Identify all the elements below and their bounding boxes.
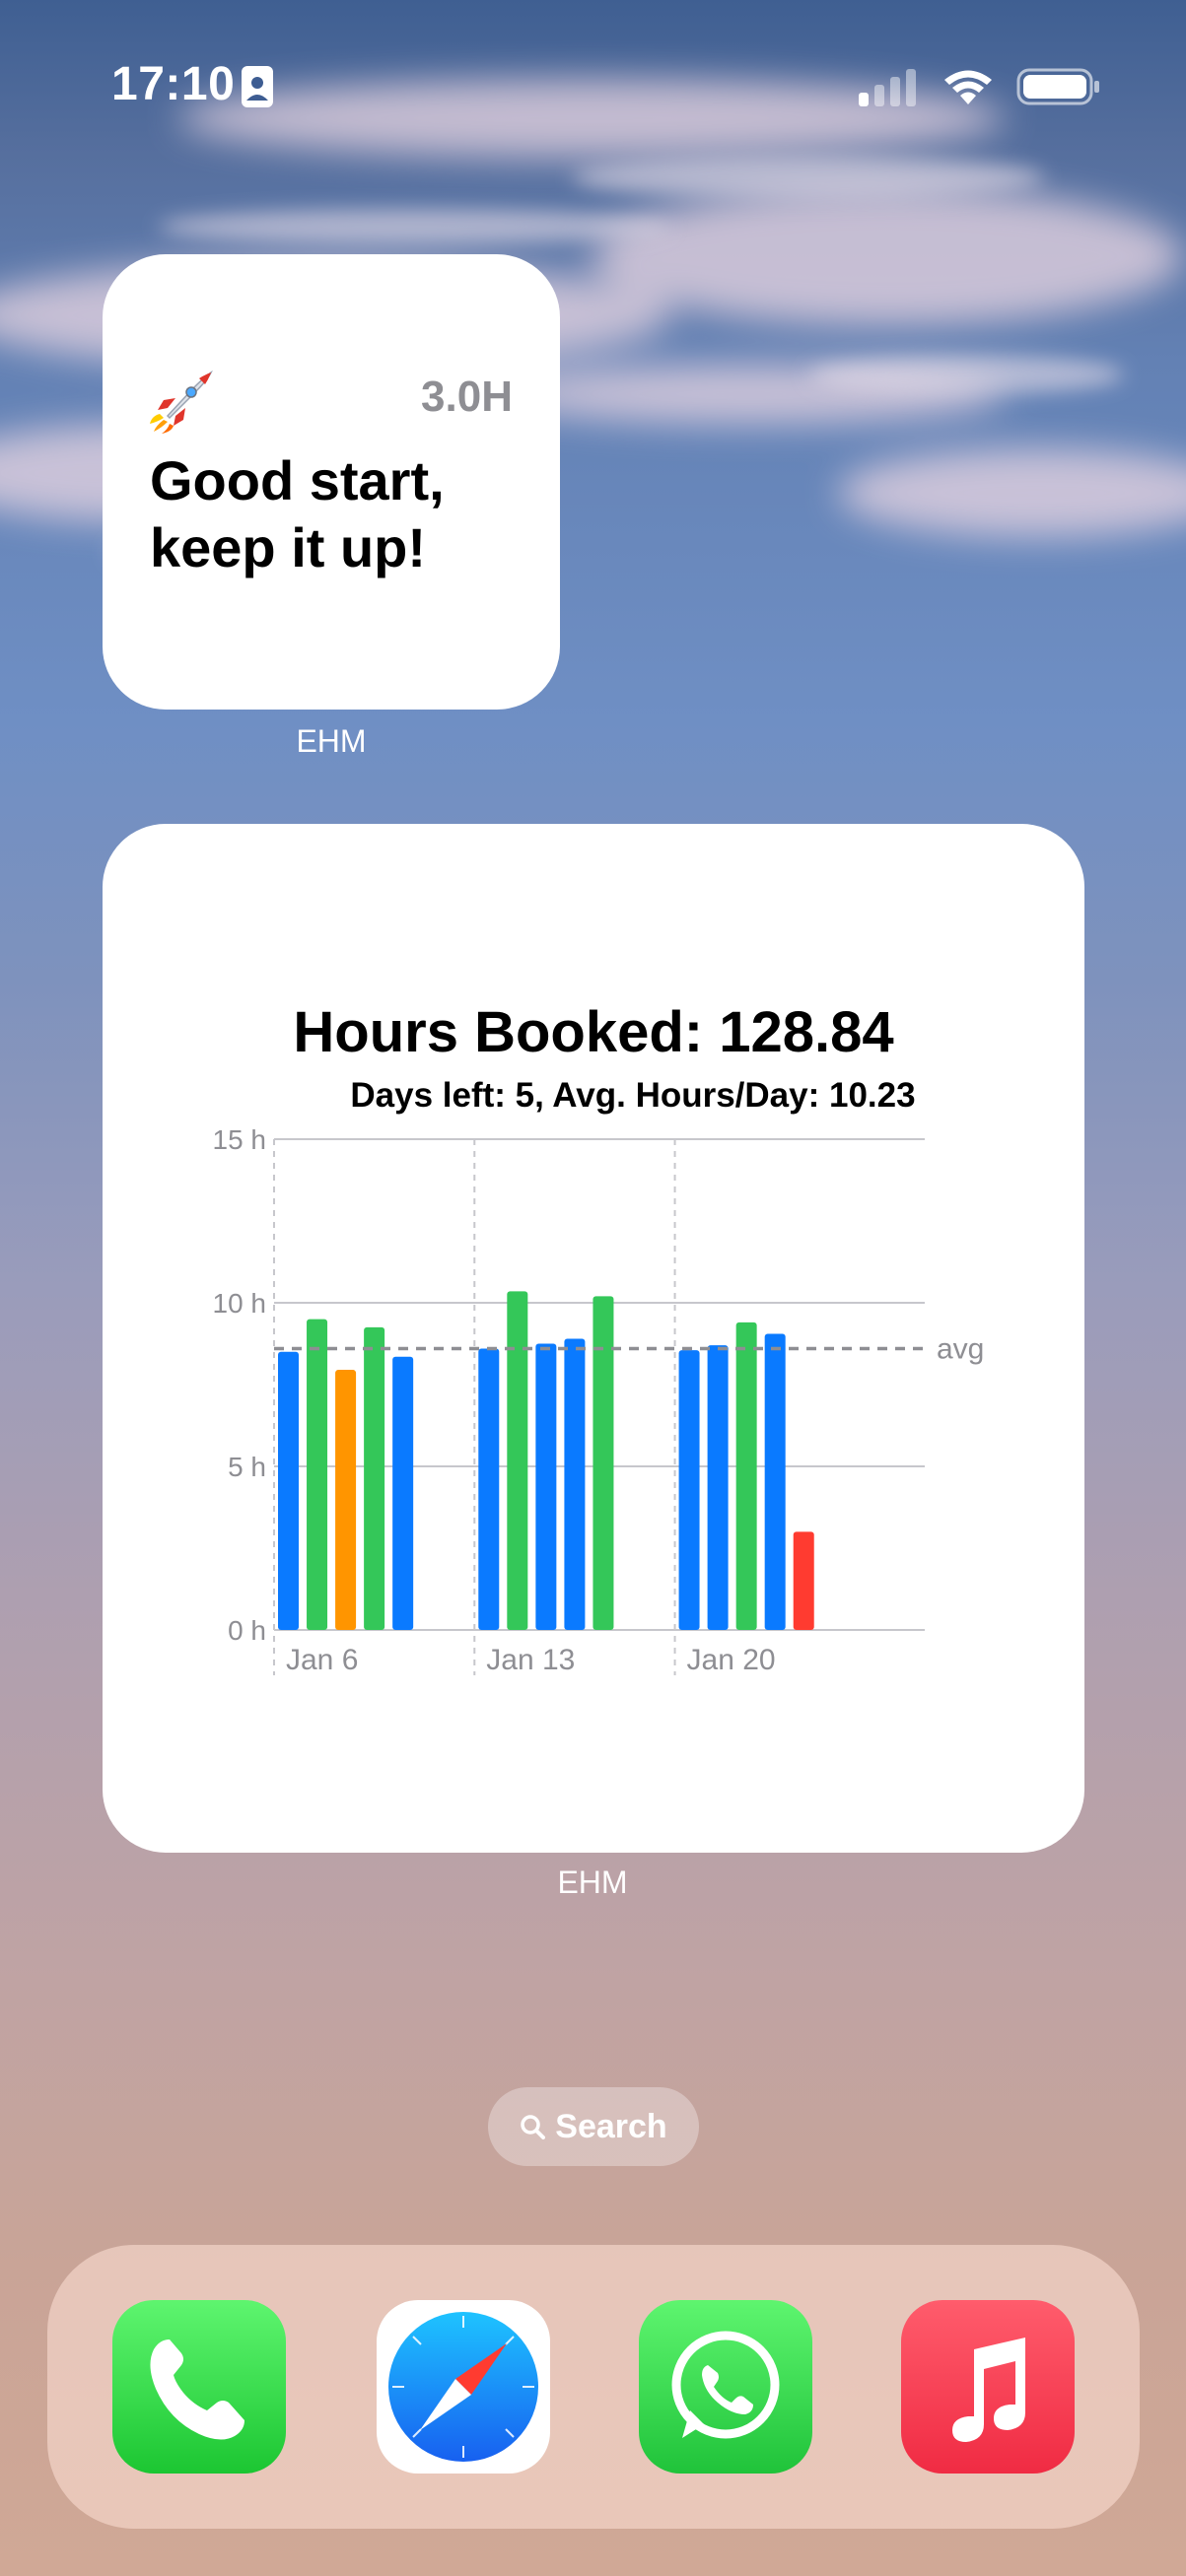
chart-bar bbox=[478, 1348, 500, 1630]
chart-bar bbox=[793, 1531, 814, 1630]
safari-compass-icon bbox=[388, 2312, 538, 2462]
phone-app[interactable] bbox=[112, 2300, 286, 2474]
whatsapp-app[interactable] bbox=[639, 2300, 812, 2474]
chart-bar bbox=[764, 1333, 786, 1630]
chart-bar bbox=[392, 1356, 414, 1630]
x-tick-label: Jan 20 bbox=[687, 1644, 776, 1676]
contact-card-icon bbox=[242, 66, 273, 107]
chart-bar bbox=[564, 1338, 586, 1630]
music-app[interactable] bbox=[901, 2300, 1075, 2474]
y-tick-label: 0 h bbox=[228, 1615, 266, 1646]
ehm-chart-widget[interactable]: Hours Booked: 128.84 Days left: 5, Avg. … bbox=[103, 824, 1084, 1853]
widget-app-label-2: EHM bbox=[557, 1864, 628, 1900]
status-time: 17:10 bbox=[111, 58, 236, 110]
y-tick-label: 5 h bbox=[228, 1452, 266, 1482]
ehm-hours-widget[interactable]: 3.0H Good start, keep it up! bbox=[103, 254, 560, 710]
status-icons bbox=[859, 63, 1101, 110]
chart-bar bbox=[307, 1319, 328, 1630]
chart-bar bbox=[278, 1351, 299, 1630]
rocket-icon bbox=[150, 371, 213, 434]
chart-bar bbox=[678, 1350, 700, 1630]
x-tick-label: Jan 13 bbox=[486, 1644, 575, 1676]
hours-bar-chart: 0 h 5 h 10 h 15 h Jan 6 Jan 13 Jan 20 avg bbox=[213, 1124, 985, 1676]
cellular-signal-icon bbox=[859, 69, 916, 106]
phone-icon bbox=[150, 2339, 244, 2440]
chart-bar bbox=[507, 1291, 528, 1630]
avg-label: avg bbox=[937, 1332, 984, 1365]
wifi-icon bbox=[944, 70, 992, 104]
chart-bar bbox=[364, 1326, 385, 1630]
chart-bar bbox=[535, 1343, 557, 1630]
motivation-message: Good start, keep it up! bbox=[150, 449, 445, 578]
search-icon bbox=[521, 2115, 546, 2139]
y-tick-label: 10 h bbox=[213, 1288, 267, 1319]
chart-bar bbox=[335, 1370, 357, 1630]
chart-bar bbox=[593, 1296, 614, 1630]
safari-app[interactable] bbox=[377, 2300, 550, 2474]
dock bbox=[47, 2245, 1140, 2529]
x-tick-label: Jan 6 bbox=[286, 1644, 358, 1676]
search-label: Search bbox=[555, 2107, 667, 2145]
widget-app-label: EHM bbox=[296, 723, 367, 759]
hours-today: 3.0H bbox=[421, 373, 513, 421]
chart-bar bbox=[735, 1322, 757, 1630]
y-tick-label: 15 h bbox=[213, 1124, 267, 1155]
music-note-icon bbox=[952, 2338, 1025, 2442]
battery-icon bbox=[1016, 68, 1099, 105]
search-button[interactable]: Search bbox=[488, 2087, 699, 2166]
chart-bar bbox=[707, 1345, 729, 1630]
whatsapp-icon bbox=[671, 2331, 780, 2439]
